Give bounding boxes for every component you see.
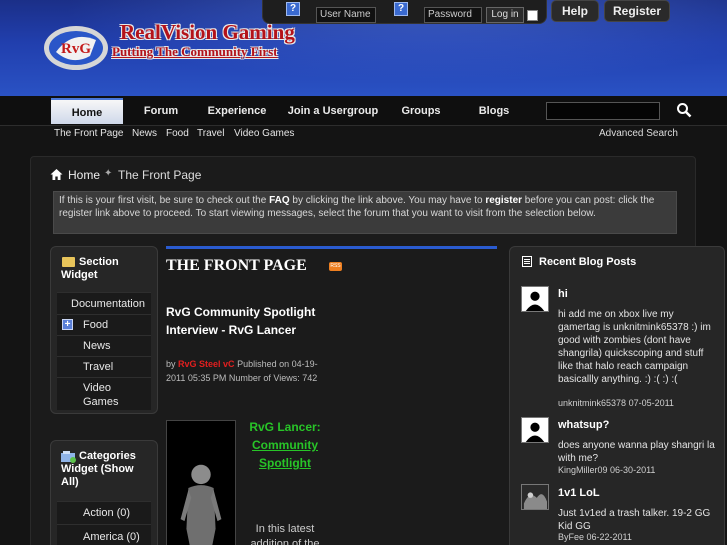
tab-experience[interactable]: Experience: [202, 98, 272, 124]
login-button[interactable]: Log in: [486, 7, 524, 23]
meta-by: by: [166, 359, 176, 369]
register-link[interactable]: register: [485, 195, 522, 206]
blog-post-title[interactable]: whatsup?: [558, 419, 609, 431]
section-item-documentation[interactable]: Documentation: [57, 292, 151, 314]
blog-post-meta: ByFee 06-22-2011: [558, 532, 718, 542]
section-item-travel[interactable]: Travel: [57, 356, 151, 377]
subnav-news[interactable]: News: [132, 128, 157, 139]
category-item-america[interactable]: America (0): [57, 524, 151, 545]
notice-text: If this is your first visit, be sure to …: [59, 195, 270, 206]
search-input[interactable]: [546, 102, 660, 120]
remember-me-checkbox[interactable]: [527, 10, 538, 21]
notice-text: by clicking the link above. You may have…: [289, 195, 486, 206]
welcome-notice: If this is your first visit, be sure to …: [53, 191, 677, 234]
tab-join-usergroup[interactable]: Join a Usergroup: [282, 98, 384, 124]
section-widget-title: Section Widget: [61, 256, 119, 281]
home-icon[interactable]: [50, 168, 63, 181]
faq-link[interactable]: FAQ: [269, 195, 290, 206]
recent-blog-posts-title: Recent Blog Posts: [539, 256, 637, 268]
category-item-action[interactable]: Action (0): [57, 501, 151, 524]
avatar[interactable]: [521, 286, 549, 312]
rss-icon[interactable]: RSS: [329, 262, 342, 271]
section-item-news[interactable]: News: [57, 335, 151, 356]
article-meta: by RvG Steel vC Published on 04-19-2011 …: [166, 357, 326, 385]
article-author[interactable]: RvG Steel vC: [178, 359, 235, 369]
views-label: Number of Views:: [228, 373, 300, 383]
advanced-search-link[interactable]: Advanced Search: [599, 128, 678, 139]
tab-forum[interactable]: Forum: [130, 98, 192, 124]
blog-post-author[interactable]: KingMiller09: [558, 465, 608, 475]
community-spotlight-link[interactable]: Community Spotlight: [240, 436, 330, 472]
avatar-figure-image: [166, 420, 236, 545]
blog-post-meta: unknitmink65378 07-05-2011: [558, 398, 718, 408]
blog-post-author[interactable]: ByFee: [558, 532, 584, 542]
logo-badge-icon[interactable]: RvG: [42, 22, 110, 72]
register-button[interactable]: Register: [604, 0, 670, 22]
spotlight-name: RvG Lancer:: [249, 420, 321, 434]
blog-post-title[interactable]: hi: [558, 288, 568, 300]
section-item-video-games[interactable]: Video Games: [57, 377, 151, 410]
categories-widget-title: Categories Widget (Show All): [61, 450, 136, 488]
section-divider: [166, 246, 497, 249]
blog-post-meta: KingMiller09 06-30-2011: [558, 465, 718, 475]
spotlight-heading: RvG Lancer: Community Spotlight: [240, 418, 330, 472]
blog-post-body: does anyone wanna play shangri la with m…: [558, 440, 715, 464]
site-slogan: Putting The Community First: [112, 44, 278, 59]
help-button[interactable]: Help: [551, 0, 599, 22]
blog-post-author[interactable]: unknitmink65378: [558, 398, 626, 408]
blog-post-body: Just 1v1ed a trash talker. 19-2 GG Kid G…: [558, 508, 711, 532]
breadcrumb-separator-icon: ✦: [104, 168, 113, 179]
avatar[interactable]: [521, 417, 549, 443]
avatar[interactable]: [521, 484, 549, 510]
article-title[interactable]: RvG Community Spotlight Interview - RvG …: [166, 303, 326, 339]
help-question-icon[interactable]: ?: [286, 2, 300, 16]
username-field[interactable]: User Name: [316, 7, 376, 23]
logo-badge-text: RvG: [61, 41, 91, 57]
blog-post-date: 06-22-2011: [586, 532, 632, 542]
breadcrumb-current: The Front Page: [118, 168, 202, 182]
blog-list-icon: [522, 256, 532, 267]
article-excerpt: In this latest addition of the: [250, 523, 320, 545]
blog-post-title[interactable]: 1v1 LoL: [558, 487, 600, 499]
search-icon[interactable]: [676, 102, 692, 118]
tab-home[interactable]: Home: [51, 98, 123, 124]
help-question-icon[interactable]: ?: [394, 2, 408, 16]
password-field[interactable]: Password: [424, 7, 482, 23]
subnav-travel[interactable]: Travel: [197, 128, 224, 139]
blog-post-date: 07-05-2011: [628, 398, 674, 408]
blog-post-body: hi add me on xbox live my gamertag is un…: [558, 309, 711, 385]
tab-groups[interactable]: Groups: [392, 98, 450, 124]
expand-plus-icon[interactable]: +: [62, 319, 73, 330]
tab-blogs[interactable]: Blogs: [468, 98, 520, 124]
subnav-front-page[interactable]: The Front Page: [54, 128, 123, 139]
subnav-food[interactable]: Food: [166, 128, 189, 139]
views-count: 742: [302, 373, 318, 383]
blog-post-date: 06-30-2011: [610, 465, 656, 475]
breadcrumb-home[interactable]: Home: [68, 168, 100, 182]
subnav-video-games[interactable]: Video Games: [234, 128, 294, 139]
page-title: THE FRONT PAGE: [166, 257, 307, 274]
